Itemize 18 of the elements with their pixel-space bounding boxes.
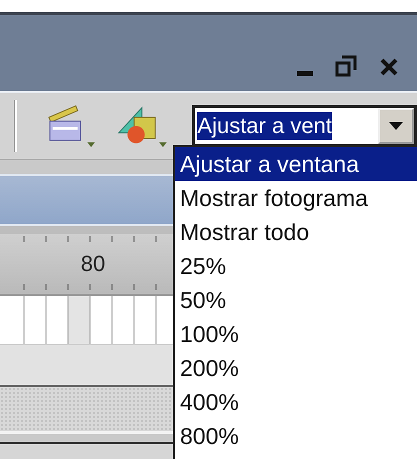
zoom-combo[interactable]: Ajustar a vent <box>192 105 417 147</box>
caret-icon <box>389 122 403 130</box>
zoom-option[interactable]: 200% <box>175 351 417 385</box>
zoom-option[interactable]: 100% <box>175 317 417 351</box>
dropdown-button[interactable] <box>378 108 414 144</box>
zoom-value: Ajustar a vent <box>197 112 332 140</box>
ruler-label: 80 <box>80 251 106 277</box>
minimize-icon[interactable] <box>297 71 313 77</box>
zoom-option[interactable]: 800% <box>175 419 417 453</box>
zoom-option[interactable]: 400% <box>175 385 417 419</box>
zoom-option[interactable]: 25% <box>175 249 417 283</box>
zoom-option[interactable]: Mostrar fotograma <box>175 181 417 215</box>
zoom-option[interactable]: Mostrar todo <box>175 215 417 249</box>
zoom-option[interactable]: 50% <box>175 283 417 317</box>
close-icon[interactable] <box>379 57 399 77</box>
zoom-option[interactable]: Ajustar a ventana <box>175 147 417 181</box>
restore-icon[interactable] <box>335 55 357 77</box>
clapperboard-icon[interactable] <box>46 103 97 149</box>
